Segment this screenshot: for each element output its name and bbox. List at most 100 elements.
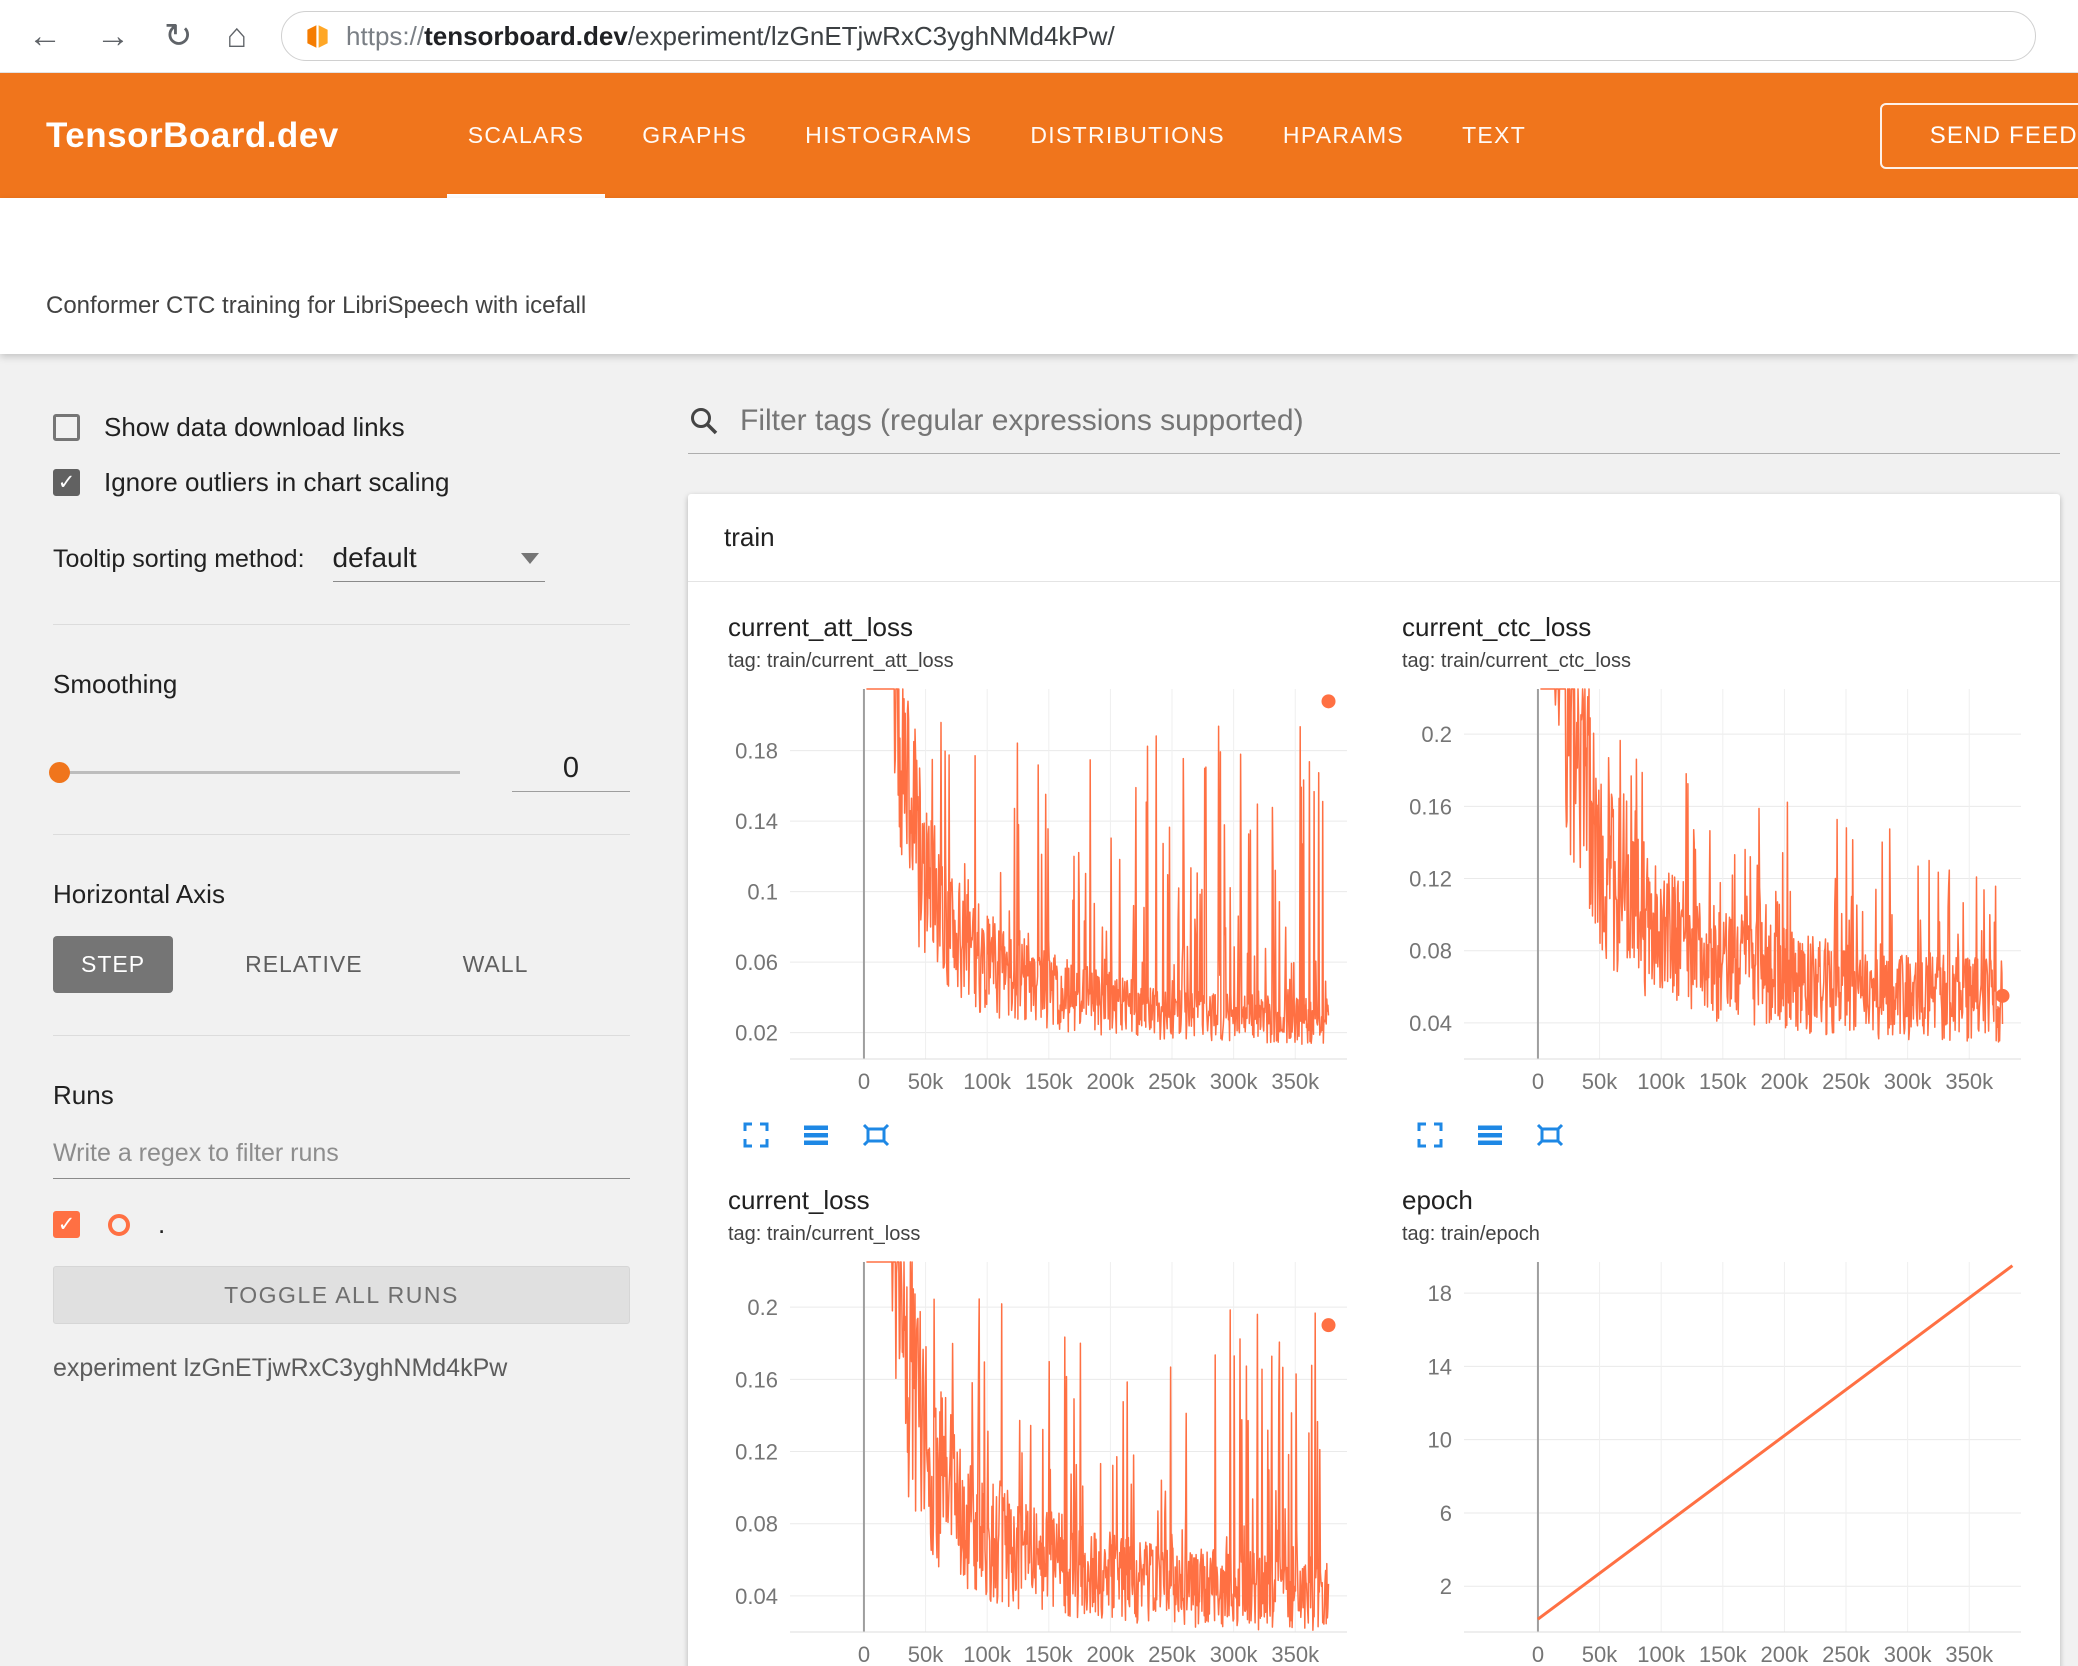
address-bar[interactable]: https://tensorboard.dev/experiment/lzGnE… — [281, 11, 2036, 61]
smoothing-heading: Smoothing — [53, 669, 178, 699]
fullscreen-icon[interactable] — [1414, 1119, 1446, 1151]
scalar-chart[interactable]: 0.04 0.08 0.12 0.16 0.2 0 50k 100k 150k 200k 250k 3… — [1386, 681, 2031, 1113]
svg-text:200k: 200k — [1087, 1069, 1136, 1094]
run-name: . — [158, 1209, 166, 1239]
ignore-outliers-row: ✓ Ignore outliers in chart scaling — [53, 467, 625, 498]
browser-toolbar: ← → ↻ ⌂ https://tensorboard.dev/experime… — [0, 0, 2078, 73]
tensorboard-favicon-icon — [307, 24, 328, 48]
svg-text:0.08: 0.08 — [1409, 939, 1452, 964]
tab-distributions[interactable]: DISTRIBUTIONS — [1009, 73, 1246, 198]
chart-tag: tag: train/current_att_loss — [728, 650, 954, 672]
run-color-circle-icon[interactable] — [108, 1213, 130, 1236]
axis-wall-button[interactable]: WALL — [435, 936, 557, 993]
brand-title: TensorBoard.dev — [46, 115, 339, 155]
back-icon[interactable]: ← — [28, 17, 62, 56]
smoothing-slider[interactable] — [49, 761, 460, 783]
svg-text:0.16: 0.16 — [1409, 794, 1452, 819]
main-panel: train current_att_loss tag: train/curren… — [633, 354, 2078, 1666]
tab-scalars[interactable]: SCALARS — [446, 73, 606, 198]
tab-hparams[interactable]: HPARAMS — [1262, 73, 1425, 198]
scalar-chart[interactable]: 2 6 10 14 18 0 50k 100k 150k 200k 250k 300k 350k — [1386, 1254, 2031, 1666]
svg-text:10: 10 — [1428, 1428, 1452, 1453]
svg-text:0: 0 — [1532, 1642, 1544, 1666]
bars-icon[interactable] — [800, 1119, 832, 1151]
toggle-all-runs-button[interactable]: TOGGLE ALL RUNS — [53, 1266, 630, 1324]
horizontal-axis-heading: Horizontal Axis — [53, 879, 225, 909]
svg-text:0.02: 0.02 — [735, 1021, 778, 1046]
svg-text:100k: 100k — [1637, 1642, 1686, 1666]
svg-text:250k: 250k — [1822, 1069, 1871, 1094]
filter-tags-input[interactable] — [740, 404, 2060, 438]
filter-tags-row — [688, 404, 2060, 454]
svg-text:6: 6 — [1440, 1501, 1452, 1526]
smoothing-slider-thumb[interactable] — [49, 761, 70, 783]
svg-text:0.12: 0.12 — [735, 1440, 778, 1465]
top-nav: SCALARS GRAPHS HISTOGRAMS DISTRIBUTIONS … — [446, 73, 1547, 198]
runs-filter-input[interactable] — [53, 1129, 630, 1179]
url-scheme: https:// — [346, 20, 425, 51]
svg-text:350k: 350k — [1945, 1069, 1994, 1094]
chart-card-current-att-loss: current_att_loss tag: train/current_att_… — [712, 612, 1362, 1151]
url-text: https://tensorboard.dev/experiment/lzGnE… — [346, 21, 1115, 52]
chart-toolbar — [740, 1119, 1362, 1151]
tab-histograms[interactable]: HISTOGRAMS — [784, 73, 993, 198]
experiment-header: Conformer CTC training for LibriSpeech w… — [0, 198, 2078, 354]
show-download-links-label: Show data download links — [104, 412, 405, 442]
svg-text:50k: 50k — [1582, 1642, 1618, 1666]
smoothing-value[interactable]: 0 — [512, 752, 630, 792]
svg-text:200k: 200k — [1087, 1642, 1136, 1666]
search-icon — [691, 408, 718, 435]
fit-to-data-icon[interactable] — [1534, 1119, 1566, 1151]
svg-text:300k: 300k — [1210, 1642, 1259, 1666]
axis-step-button[interactable]: STEP — [53, 936, 174, 993]
runs-heading: Runs — [53, 1080, 114, 1110]
tooltip-sorting-label: Tooltip sorting method: — [53, 545, 305, 573]
tab-text[interactable]: TEXT — [1441, 73, 1547, 198]
svg-text:100k: 100k — [963, 1069, 1012, 1094]
home-icon[interactable]: ⌂ — [227, 17, 248, 56]
svg-text:50k: 50k — [1582, 1069, 1618, 1094]
settings-sidebar: Show data download links ✓ Ignore outlie… — [0, 354, 633, 1666]
chart-title: current_loss — [728, 1185, 870, 1215]
train-card-title[interactable]: train — [688, 494, 2060, 582]
chart-title: current_ctc_loss — [1402, 612, 1592, 642]
svg-text:300k: 300k — [1884, 1069, 1933, 1094]
chart-tag: tag: train/current_loss — [728, 1223, 921, 1245]
send-feedback-button[interactable]: SEND FEEDBACK — [1879, 102, 2078, 169]
svg-text:0.14: 0.14 — [735, 809, 778, 834]
show-download-links-checkbox[interactable] — [53, 414, 80, 441]
tooltip-sorting-row: Tooltip sorting method: default — [53, 542, 625, 582]
svg-text:350k: 350k — [1271, 1069, 1320, 1094]
svg-text:150k: 150k — [1699, 1069, 1748, 1094]
chevron-down-icon — [520, 552, 539, 564]
fit-to-data-icon[interactable] — [860, 1119, 892, 1151]
show-download-links-row: Show data download links — [53, 412, 625, 443]
svg-text:0.16: 0.16 — [735, 1367, 778, 1392]
ignore-outliers-checkbox[interactable]: ✓ — [53, 469, 80, 496]
svg-text:0: 0 — [1532, 1069, 1544, 1094]
experiment-id: experiment lzGnETjwRxC3yghNMd4kPw — [53, 1354, 508, 1382]
svg-text:0.2: 0.2 — [747, 1295, 778, 1320]
svg-text:250k: 250k — [1822, 1642, 1871, 1666]
run-row: ✓ . — [53, 1209, 625, 1240]
axis-relative-button[interactable]: RELATIVE — [217, 936, 391, 993]
svg-text:0.08: 0.08 — [735, 1512, 778, 1537]
scalar-chart[interactable]: 0.02 0.06 0.1 0.14 0.18 0 50k 100k 150k 200k 250k 3… — [712, 681, 1357, 1113]
svg-text:50k: 50k — [908, 1069, 944, 1094]
chart-toolbar — [1414, 1119, 2036, 1151]
bars-icon[interactable] — [1474, 1119, 1506, 1151]
tab-graphs[interactable]: GRAPHS — [621, 73, 768, 198]
svg-text:200k: 200k — [1761, 1069, 1810, 1094]
tooltip-sorting-dropdown[interactable]: default — [332, 542, 545, 582]
svg-text:0.04: 0.04 — [735, 1584, 778, 1609]
svg-text:100k: 100k — [963, 1642, 1012, 1666]
smoothing-slider-row: 0 — [49, 752, 630, 792]
reload-icon[interactable]: ↻ — [164, 16, 193, 56]
forward-icon[interactable]: → — [96, 17, 130, 56]
svg-text:0.04: 0.04 — [1409, 1011, 1452, 1036]
scalar-chart[interactable]: 0.04 0.08 0.12 0.16 0.2 0 50k 100k 150k 200k 250k 3… — [712, 1254, 1357, 1666]
run-checkbox[interactable]: ✓ — [53, 1211, 80, 1238]
fullscreen-icon[interactable] — [740, 1119, 772, 1151]
horizontal-axis-buttons: STEP RELATIVE WALL — [53, 936, 625, 993]
content: Show data download links ✓ Ignore outlie… — [0, 354, 2078, 1666]
